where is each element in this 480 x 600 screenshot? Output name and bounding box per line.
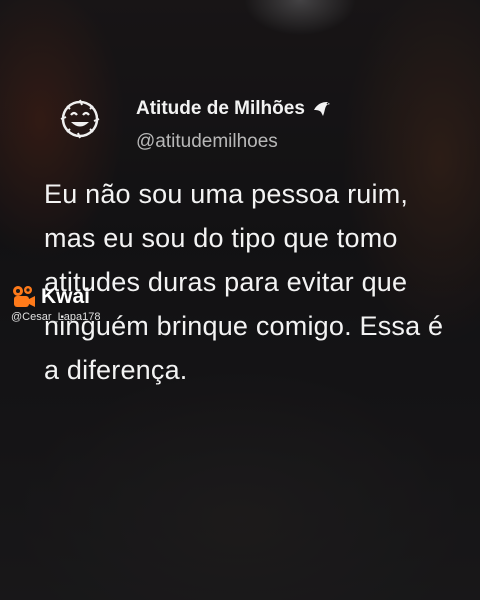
watermark-user: @Cesar_Lapa178 (11, 311, 101, 323)
profile-names: Atitude de Milhões @atitudemilhoes (136, 97, 331, 154)
eagle-icon (313, 102, 330, 116)
display-name-row[interactable]: Atitude de Milhões (136, 97, 331, 121)
tweet-header: Atitude de Milhões @atitudemilhoes (58, 97, 331, 154)
avatar[interactable] (58, 97, 102, 141)
kwai-logo-icon (13, 286, 35, 307)
display-name: Atitude de Milhões (136, 98, 305, 119)
kwai-watermark: Kwai @Cesar_Lapa178 (11, 284, 100, 323)
handle[interactable]: @atitudemilhoes (136, 130, 331, 154)
watermark-brand-row: Kwai (11, 284, 100, 310)
smiley-face-icon (60, 99, 100, 139)
tweet-text: Eu não sou uma pessoa ruim, mas eu sou d… (44, 179, 444, 385)
watermark-brand: Kwai (41, 285, 91, 308)
